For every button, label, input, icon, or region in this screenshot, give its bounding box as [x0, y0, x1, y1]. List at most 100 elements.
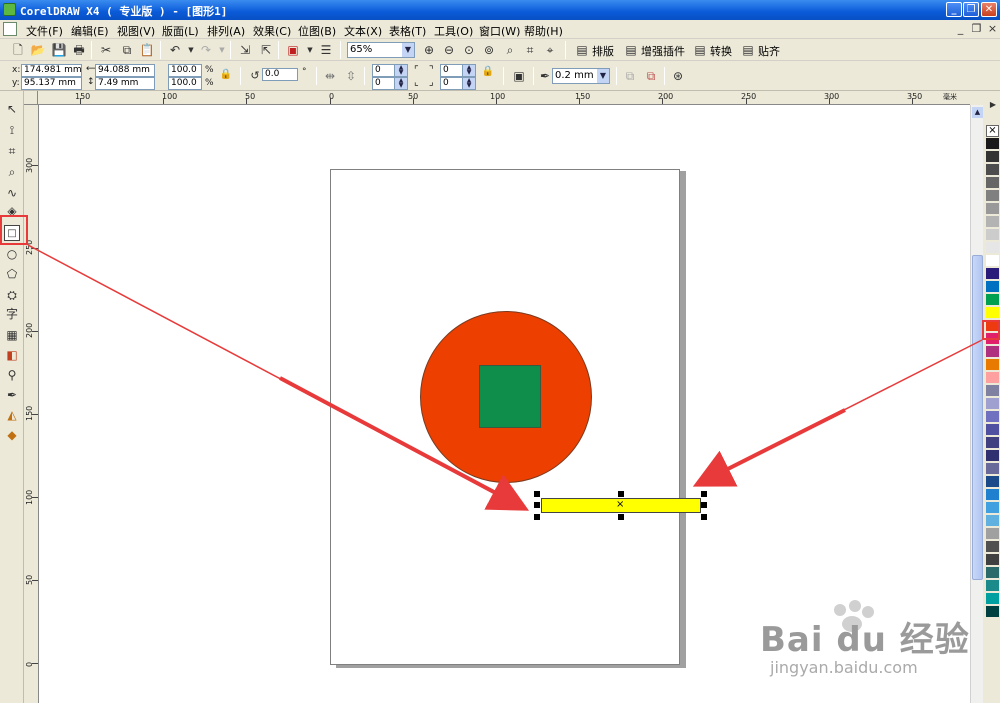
- convert-to-curves-icon[interactable]: ⊛: [670, 68, 686, 84]
- color-swatch[interactable]: [986, 593, 999, 605]
- convert-label[interactable]: 转换: [710, 43, 732, 59]
- open-folder-icon[interactable]: 📂: [30, 42, 46, 58]
- menu-text[interactable]: 文本(X): [344, 23, 382, 39]
- redo-icon[interactable]: ↷: [198, 42, 214, 58]
- basic-shapes-tool-icon[interactable]: ⛭: [4, 287, 20, 303]
- enhance-plugin-label[interactable]: 增强插件: [641, 43, 685, 59]
- mdi-close-button[interactable]: ×: [986, 22, 999, 35]
- color-swatch[interactable]: [986, 450, 999, 462]
- color-swatch[interactable]: [986, 437, 999, 449]
- snap-label[interactable]: 贴齐: [758, 43, 780, 59]
- menu-file[interactable]: 文件(F): [26, 23, 63, 39]
- color-swatch[interactable]: [986, 580, 999, 592]
- crop-tool-icon[interactable]: ⌗: [4, 143, 20, 159]
- snap-icon[interactable]: ▤: [740, 42, 756, 58]
- color-swatch[interactable]: [986, 398, 999, 410]
- selection-handle[interactable]: [534, 514, 540, 520]
- to-front-icon[interactable]: ⧉: [622, 68, 638, 84]
- color-swatch[interactable]: [986, 515, 999, 527]
- menu-table[interactable]: 表格(T): [389, 23, 426, 39]
- ruler-origin[interactable]: [24, 91, 38, 105]
- mirror-vertical-icon[interactable]: ⇳: [343, 68, 359, 84]
- application-launcher-icon[interactable]: ▣: [285, 42, 301, 58]
- selection-handle[interactable]: [618, 514, 624, 520]
- mdi-minimize-button[interactable]: _: [954, 22, 967, 35]
- chevron-down-icon[interactable]: ▼: [402, 43, 414, 57]
- interactive-blend-tool-icon[interactable]: ◧: [4, 347, 20, 363]
- color-swatch[interactable]: [986, 177, 999, 189]
- launcher-dropdown-icon[interactable]: ▼: [302, 42, 318, 58]
- color-swatch-selected[interactable]: [986, 307, 999, 319]
- mirror-horizontal-icon[interactable]: ⇹: [322, 68, 338, 84]
- color-swatch[interactable]: [986, 229, 999, 241]
- selection-handle[interactable]: [618, 491, 624, 497]
- outline-tool-icon[interactable]: ✒: [4, 387, 20, 403]
- export-icon[interactable]: ⇱: [258, 42, 274, 58]
- corner-top-left-spin[interactable]: ▲ ▼: [394, 64, 408, 77]
- paste-icon[interactable]: 📋: [139, 42, 155, 58]
- document-icon[interactable]: [3, 22, 17, 36]
- chevron-down-icon[interactable]: ▼: [597, 69, 609, 83]
- selection-handle[interactable]: [701, 491, 707, 497]
- color-swatch[interactable]: [986, 502, 999, 514]
- corner-bottom-right-spin[interactable]: ▲ ▼: [462, 77, 476, 90]
- color-swatch[interactable]: [986, 242, 999, 254]
- print-icon[interactable]: 🖶: [71, 42, 87, 58]
- color-swatch[interactable]: [986, 255, 999, 267]
- freehand-tool-icon[interactable]: ∿: [4, 185, 20, 201]
- lock-ratio-icon[interactable]: 🔒: [218, 67, 234, 83]
- round-corners-lock-icon[interactable]: 🔒: [480, 64, 496, 80]
- save-icon[interactable]: 💾: [51, 42, 67, 58]
- scroll-up-icon[interactable]: ▲: [972, 107, 983, 118]
- eyedropper-tool-icon[interactable]: ⚲: [4, 367, 20, 383]
- scrollbar-thumb[interactable]: [972, 255, 983, 580]
- color-swatch[interactable]: [986, 411, 999, 423]
- zoom-selected-icon[interactable]: ⊙: [461, 42, 477, 58]
- zoom-all-objects-icon[interactable]: ⊚: [481, 42, 497, 58]
- scale-x-field[interactable]: 100.0: [168, 64, 202, 77]
- text-tool-icon[interactable]: 字: [4, 306, 20, 322]
- arrange-label[interactable]: 排版: [592, 43, 614, 59]
- x-position-field[interactable]: 174.981 mm: [21, 64, 82, 77]
- menu-help[interactable]: 帮助(H): [524, 23, 563, 39]
- color-swatch[interactable]: [986, 554, 999, 566]
- color-swatch[interactable]: [986, 476, 999, 488]
- color-swatch[interactable]: [986, 294, 999, 306]
- corner-top-right-spin[interactable]: ▲ ▼: [462, 64, 476, 77]
- minimize-button[interactable]: _: [946, 2, 962, 17]
- zoom-tool-icon[interactable]: ⌕: [4, 164, 20, 180]
- horizontal-ruler[interactable]: 150 100 50 0 50 100 150 200 250 300 350 …: [38, 91, 970, 105]
- width-field[interactable]: 94.088 mm: [95, 64, 155, 77]
- coreldraw-app-icon[interactable]: [3, 3, 16, 16]
- y-position-field[interactable]: 95.137 mm: [21, 77, 82, 90]
- vertical-scrollbar[interactable]: ▲: [970, 105, 983, 703]
- zoom-out-icon[interactable]: ⊖: [441, 42, 457, 58]
- new-document-icon[interactable]: 🗋: [10, 42, 26, 58]
- menu-effects[interactable]: 效果(C): [253, 23, 291, 39]
- menu-arrange[interactable]: 排列(A): [207, 23, 245, 39]
- color-swatch[interactable]: [986, 268, 999, 280]
- arrange-icon[interactable]: ▤: [574, 42, 590, 58]
- color-swatch[interactable]: [986, 346, 999, 358]
- fill-tool-icon[interactable]: ◭: [4, 407, 20, 423]
- copy-icon[interactable]: ⧉: [119, 42, 135, 58]
- selection-handle[interactable]: [701, 502, 707, 508]
- to-back-icon[interactable]: ⧉: [643, 68, 659, 84]
- polygon-tool-icon[interactable]: ⬠: [4, 266, 20, 282]
- zoom-level-combo[interactable]: 65% ▼: [347, 42, 415, 58]
- outline-width-combo[interactable]: 0.2 mm ▼: [552, 68, 610, 84]
- cut-icon[interactable]: ✂: [98, 42, 114, 58]
- shape-tool-icon[interactable]: ⟟: [4, 122, 20, 138]
- color-swatch[interactable]: [986, 203, 999, 215]
- color-swatch[interactable]: [986, 541, 999, 553]
- table-tool-icon[interactable]: ▦: [4, 327, 20, 343]
- menu-window[interactable]: 窗口(W): [479, 23, 520, 39]
- color-swatch[interactable]: [986, 138, 999, 150]
- enhance-plugin-icon[interactable]: ▤: [623, 42, 639, 58]
- ellipse-tool-icon[interactable]: ○: [4, 246, 20, 262]
- welcome-screen-icon[interactable]: ☰: [318, 42, 334, 58]
- selection-handle[interactable]: [534, 502, 540, 508]
- undo-dropdown-icon[interactable]: ▼: [183, 42, 199, 58]
- palette-scroll-icon[interactable]: ▶: [985, 97, 1000, 113]
- menu-edit[interactable]: 编辑(E): [71, 23, 109, 39]
